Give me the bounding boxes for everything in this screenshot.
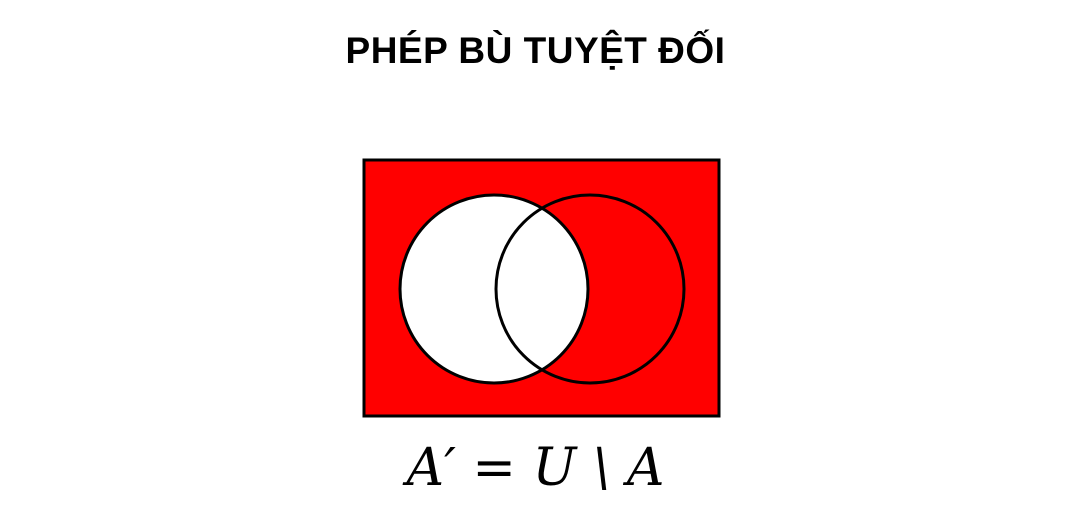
complement-formula: A′ = U \ A (406, 438, 665, 498)
